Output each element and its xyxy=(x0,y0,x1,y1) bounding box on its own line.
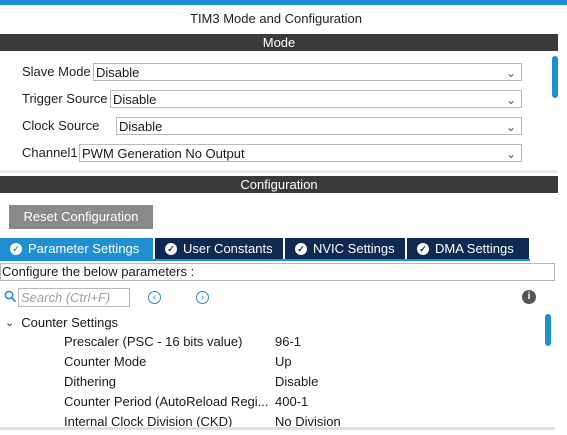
configure-hint: Configure the below parameters : xyxy=(0,263,555,281)
window-title: TIM3 Mode and Configuration xyxy=(190,11,362,26)
search-input[interactable] xyxy=(18,288,130,307)
tab-label: NVIC Settings xyxy=(313,241,395,256)
chevron-down-icon: ⌄ xyxy=(505,93,516,107)
tab-nvic-settings[interactable]: ✓ NVIC Settings xyxy=(285,238,405,259)
tab-label: Parameter Settings xyxy=(28,241,140,256)
chevron-down-icon: ⌄ xyxy=(505,120,516,134)
chevron-down-icon: ⌄ xyxy=(5,317,15,329)
tab-label: User Constants xyxy=(183,241,273,256)
clock-source-value: Disable xyxy=(119,119,163,134)
section-divider xyxy=(0,170,558,173)
bottom-divider xyxy=(0,427,555,430)
mode-header: Mode xyxy=(0,34,558,51)
check-icon: ✓ xyxy=(417,242,429,255)
slave-mode-select[interactable]: Disable ⌄ xyxy=(93,63,522,81)
param-prescaler-value[interactable]: 96-1 xyxy=(275,332,301,352)
counter-settings-group[interactable]: ⌄ Counter Settings xyxy=(5,314,118,332)
check-icon: ✓ xyxy=(295,242,307,255)
tab-user-constants[interactable]: ✓ User Constants xyxy=(155,238,283,259)
channel1-label: Channel1 xyxy=(22,145,78,160)
trigger-source-value: Disable xyxy=(113,92,157,107)
configuration-header: Configuration xyxy=(0,176,558,193)
params-scrollbar[interactable] xyxy=(545,314,551,346)
chevron-right-icon[interactable]: › xyxy=(196,291,209,304)
param-counter-mode-label: Counter Mode xyxy=(64,354,147,369)
mode-scrollbar[interactable] xyxy=(552,56,558,98)
check-icon: ✓ xyxy=(165,242,177,255)
param-counter-mode-value[interactable]: Up xyxy=(275,352,292,372)
tab-label: DMA Settings xyxy=(435,241,514,256)
chevron-left-icon[interactable]: ‹ xyxy=(148,291,161,304)
clock-source-label: Clock Source xyxy=(22,118,100,133)
param-prescaler-label: Prescaler (PSC - 16 bits value) xyxy=(64,334,243,349)
slave-mode-label: Slave Mode xyxy=(22,64,91,79)
channel1-value: PWM Generation No Output xyxy=(82,146,245,161)
tab-parameter-settings[interactable]: ✓ Parameter Settings xyxy=(0,238,153,259)
search-icon[interactable] xyxy=(4,290,17,303)
chevron-down-icon: ⌄ xyxy=(505,147,516,161)
tab-underline xyxy=(0,259,530,261)
trigger-source-select[interactable]: Disable ⌄ xyxy=(110,90,522,108)
param-dithering-value[interactable]: Disable xyxy=(275,372,318,392)
chevron-down-icon: ⌄ xyxy=(505,66,516,80)
reset-configuration-button[interactable]: Reset Configuration xyxy=(9,205,153,229)
channel1-select[interactable]: PWM Generation No Output ⌄ xyxy=(79,144,522,162)
tab-dma-settings[interactable]: ✓ DMA Settings xyxy=(407,238,529,259)
slave-mode-value: Disable xyxy=(96,65,140,80)
param-counter-period-label: Counter Period (AutoReload Regi... xyxy=(64,394,269,409)
check-icon: ✓ xyxy=(10,242,22,255)
group-label: Counter Settings xyxy=(21,315,119,330)
info-icon[interactable]: i xyxy=(522,290,536,304)
trigger-source-label: Trigger Source xyxy=(22,91,108,106)
window-top-accent xyxy=(0,0,567,5)
param-dithering-label: Dithering xyxy=(64,374,117,389)
clock-source-select[interactable]: Disable ⌄ xyxy=(116,117,522,135)
param-counter-period-value[interactable]: 400-1 xyxy=(275,392,308,412)
